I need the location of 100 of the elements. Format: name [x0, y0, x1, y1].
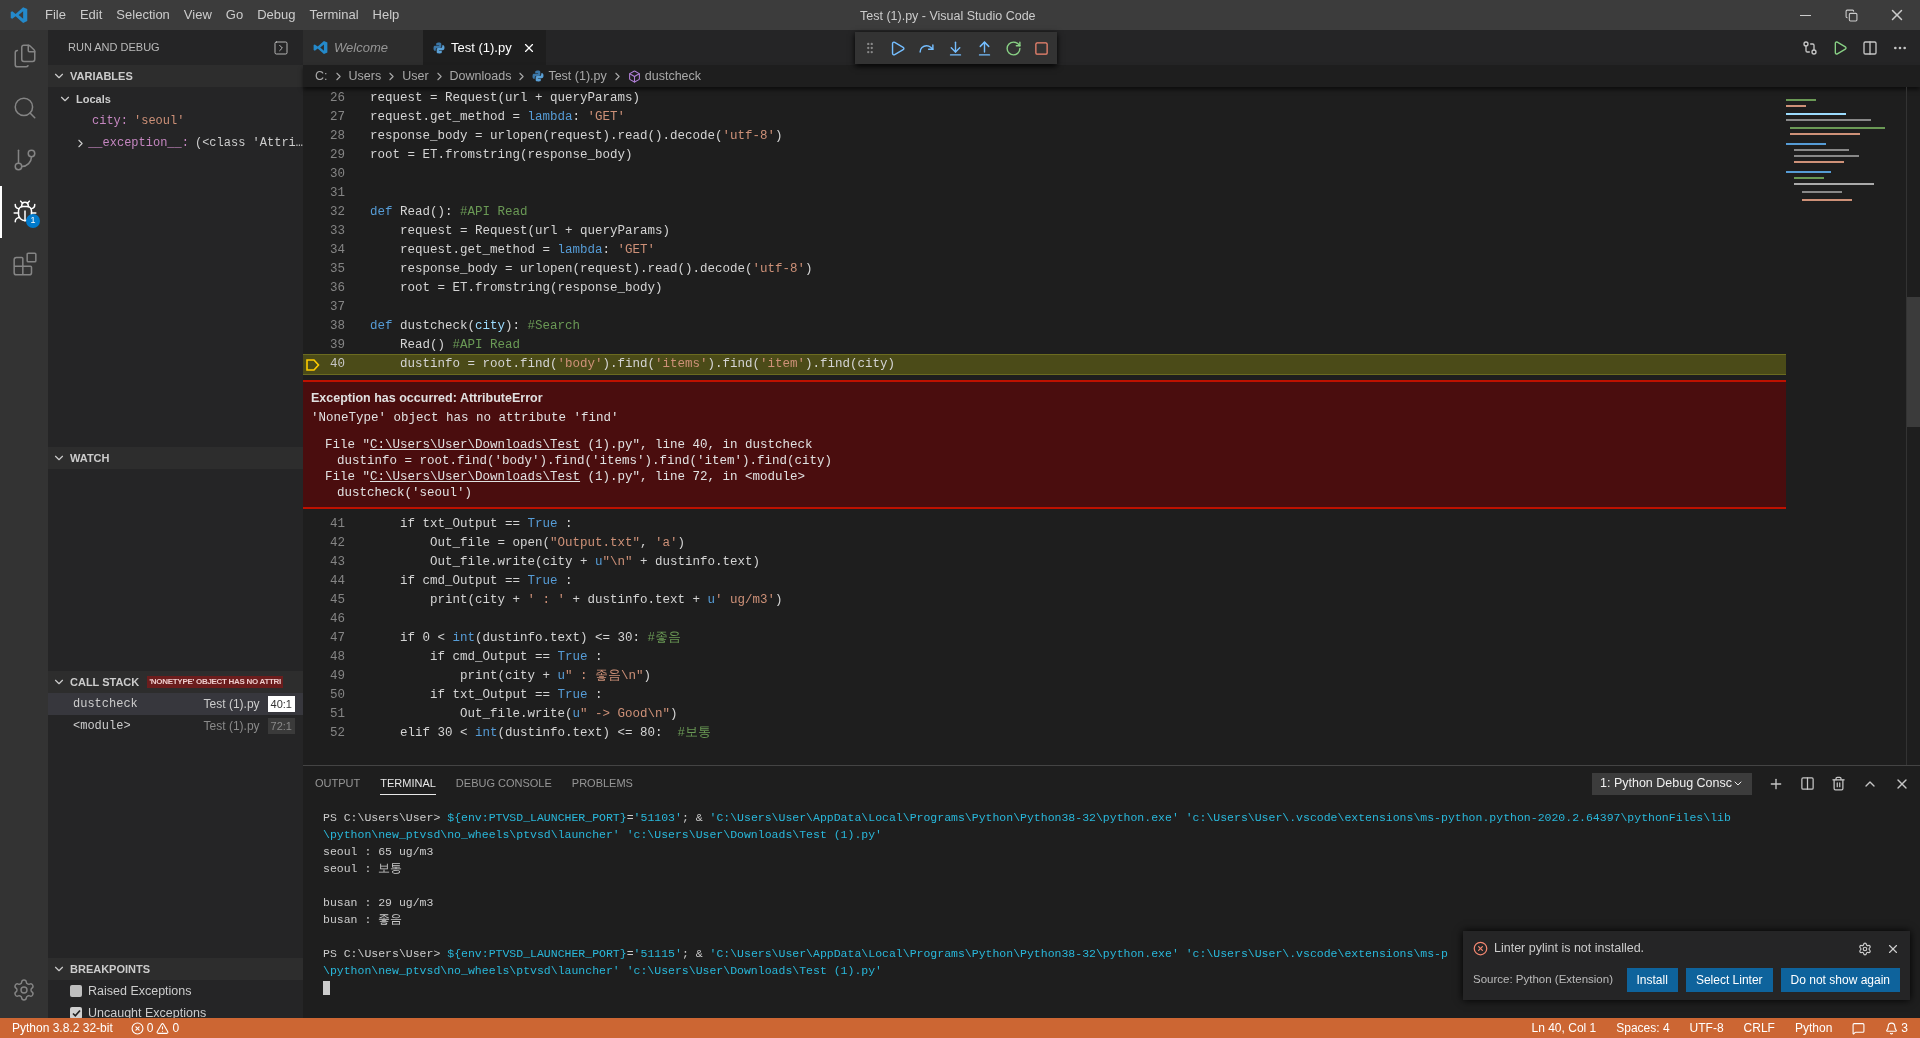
- terminal-line: \python\new_ptvsd\no_wheels\ptvsd\launcher' 'c:\Users\User\Downloads\Test (1).py': [323, 827, 882, 843]
- continue-icon[interactable]: [889, 39, 906, 57]
- line-number: 36: [329, 280, 345, 298]
- breakpoint-row[interactable]: Raised Exceptions: [48, 980, 303, 1002]
- restore-icon: [1844, 8, 1858, 22]
- line-number: 45: [329, 591, 345, 609]
- warning-count[interactable]: 0: [172, 1019, 180, 1037]
- panel-tab[interactable]: DEBUG CONSOLE: [455, 771, 552, 796]
- tab-label: Welcome: [334, 38, 388, 57]
- menu-item[interactable]: Help: [365, 5, 407, 25]
- symbol-icon: [627, 69, 641, 83]
- step-into-icon[interactable]: [947, 39, 964, 57]
- panel-tab[interactable]: TERMINAL: [380, 771, 436, 796]
- variable-value: (<class 'Attri…: [194, 135, 303, 152]
- frame-position: 72:1: [267, 717, 295, 735]
- notification-button[interactable]: Do not show again: [1780, 968, 1900, 992]
- file-link[interactable]: C:\Users\User\Downloads\Test: [370, 469, 581, 484]
- notification-button[interactable]: Select Linter: [1685, 968, 1773, 992]
- terminal-select[interactable]: 1: Python Debug Consc: [1592, 772, 1752, 795]
- encoding-status[interactable]: UTF-8: [1689, 1019, 1724, 1037]
- code-text: dustinfo = root.find('body').find('items').find('item').find(city): [399, 356, 896, 374]
- line-number: 26: [329, 90, 345, 108]
- breadcrumb[interactable]: C:: [315, 66, 328, 86]
- menu-item[interactable]: Selection: [109, 5, 177, 25]
- notification-source: Source: Python (Extension): [1473, 972, 1613, 988]
- line-number: 50: [329, 686, 345, 704]
- trash-icon[interactable]: [1831, 776, 1846, 791]
- menu-item[interactable]: Edit: [72, 5, 110, 25]
- checkbox[interactable]: [70, 1007, 82, 1018]
- section-header[interactable]: VARIABLES: [48, 65, 303, 87]
- code-text: Out_file = open("Output.txt", 'a'): [429, 534, 686, 552]
- breadcrumb[interactable]: Users: [348, 66, 382, 86]
- settings-icon[interactable]: [1858, 941, 1872, 956]
- stack-frame[interactable]: dustcheck Test (1).py 40:1: [48, 693, 303, 715]
- scope-label: Locals: [76, 91, 111, 107]
- cursor-position[interactable]: Ln 40, Col 1: [1531, 1019, 1597, 1037]
- split-terminal-icon[interactable]: [1800, 776, 1815, 791]
- menu-item[interactable]: File: [38, 5, 73, 25]
- stop-icon[interactable]: [1034, 40, 1049, 56]
- scrollbar-thumb[interactable]: [1907, 297, 1920, 427]
- trace-line: File "C:\Users\User\Downloads\Test (1).py", line 72, in <module>: [324, 468, 807, 484]
- warning-icon: [156, 1021, 170, 1035]
- bell-icon[interactable]: [1885, 1021, 1899, 1035]
- breadcrumb[interactable]: User: [402, 66, 429, 86]
- menu-item[interactable]: Debug: [250, 5, 303, 25]
- compare-icon[interactable]: [1802, 39, 1818, 56]
- step-out-icon[interactable]: [976, 39, 993, 57]
- feedback-icon[interactable]: [1852, 1021, 1866, 1035]
- section-header[interactable]: WATCH: [48, 447, 303, 469]
- panel-tab[interactable]: PROBLEMS: [571, 771, 633, 796]
- breadcrumb[interactable]: dustcheck: [644, 66, 702, 86]
- line-number: 28: [329, 128, 345, 146]
- variable-row[interactable]: __exception__: (<class 'Attri…: [48, 132, 303, 154]
- editor-tab[interactable]: Welcome: [303, 30, 423, 65]
- frame-file: Test (1).py: [203, 696, 260, 713]
- section-header[interactable]: BREAKPOINTS: [48, 958, 303, 980]
- interpreter-status[interactable]: Python 3.8.2 32-bit: [12, 1019, 113, 1037]
- run-icon[interactable]: [1832, 39, 1848, 56]
- section-title: CALL STACK: [70, 674, 140, 690]
- variable-name: __exception__:: [88, 135, 189, 152]
- scope-row[interactable]: Locals: [48, 88, 303, 110]
- menu-item[interactable]: Go: [218, 5, 251, 25]
- line-number: 32: [329, 204, 345, 222]
- checkmark-icon: [71, 1008, 81, 1018]
- code-text: response_body = urlopen(request).read().decode('utf-8'): [399, 261, 813, 279]
- debug-console-icon[interactable]: [273, 39, 289, 56]
- eol-status[interactable]: CRLF: [1743, 1019, 1775, 1037]
- terminal-line: \python\new_ptvsd\no_wheels\ptvsd\launcher' 'c:\Users\User\Downloads\Test (1).py': [323, 963, 882, 979]
- breadcrumb[interactable]: Test (1).py: [548, 66, 607, 86]
- panel-tab[interactable]: OUTPUT: [315, 771, 361, 796]
- code-text: root = ET.fromstring(response_body): [370, 147, 633, 165]
- notification-button[interactable]: Install: [1626, 968, 1678, 992]
- error-icon: [130, 1021, 144, 1035]
- trace-code: dustcheck('seoul'): [336, 484, 474, 500]
- indent-status[interactable]: Spaces: 4: [1616, 1019, 1670, 1037]
- editor-tab[interactable]: Test (1).py: [423, 30, 546, 65]
- menu-item[interactable]: View: [176, 5, 219, 25]
- split-editor-icon[interactable]: [1862, 39, 1878, 56]
- notification-count[interactable]: 3: [1901, 1019, 1908, 1037]
- frame-name: <module>: [73, 718, 131, 735]
- code-text: Out_file.write(u" -> Good\n"): [459, 705, 678, 723]
- breadcrumb[interactable]: Downloads: [449, 66, 512, 86]
- line-number: 30: [329, 166, 345, 184]
- stack-frame[interactable]: <module> Test (1).py 72:1: [48, 715, 303, 737]
- line-number: 33: [329, 223, 345, 241]
- restart-icon[interactable]: [1005, 39, 1022, 57]
- file-link[interactable]: C:\Users\User\Downloads\Test: [370, 437, 581, 452]
- error-count[interactable]: 0: [146, 1019, 154, 1037]
- terminal-line: seoul : 65 ug/m3: [323, 844, 434, 860]
- vscode-logo-icon: [10, 6, 28, 24]
- menu-item[interactable]: Terminal: [302, 5, 366, 25]
- frame-file: Test (1).py: [203, 718, 260, 735]
- count-badge: 1: [26, 214, 40, 228]
- checkbox[interactable]: [70, 985, 82, 997]
- variable-row[interactable]: city: 'seoul': [48, 110, 303, 132]
- section-title: BREAKPOINTS: [70, 961, 151, 977]
- section-header[interactable]: CALL STACK 'NONETYPE' OBJECT HAS NO ATTRI: [48, 671, 303, 693]
- language-status[interactable]: Python: [1794, 1019, 1833, 1037]
- line-number: 41: [329, 515, 345, 533]
- line-number: 27: [329, 109, 345, 127]
